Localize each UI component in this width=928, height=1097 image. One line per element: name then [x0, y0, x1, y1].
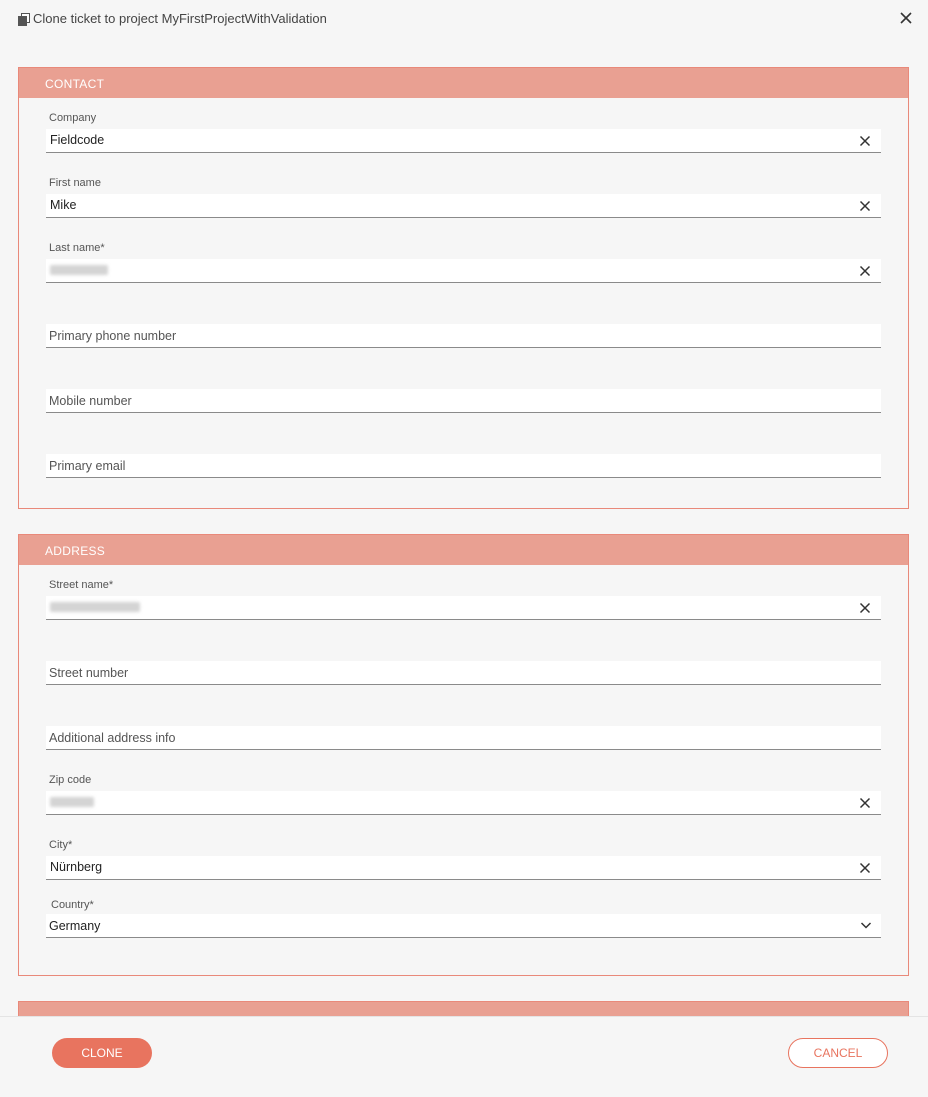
dialog-titlebar: Clone ticket to project MyFirstProjectWi…	[0, 0, 928, 40]
first-name-label: First name	[49, 177, 101, 189]
clear-city-icon[interactable]	[859, 862, 871, 874]
city-label: City*	[49, 839, 73, 851]
next-section-partial	[18, 1001, 909, 1016]
street-name-input[interactable]	[46, 596, 881, 620]
street-number-input[interactable]: Street number	[46, 661, 881, 685]
redacted-value	[50, 265, 108, 275]
dialog-content[interactable]: CONTACT Company Fieldcode First name Mik…	[18, 67, 909, 1016]
cancel-button[interactable]: CANCEL	[788, 1038, 888, 1068]
copy-icon	[18, 13, 30, 26]
last-name-label: Last name*	[49, 242, 105, 254]
first-name-input[interactable]: Mike	[46, 194, 881, 218]
street-number-placeholder: Street number	[49, 666, 129, 680]
close-dialog-icon[interactable]	[898, 10, 914, 26]
dialog-footer: CLONE CANCEL	[0, 1016, 928, 1097]
zip-code-input[interactable]	[46, 791, 881, 815]
country-label: Country*	[51, 899, 94, 911]
zip-code-label: Zip code	[49, 774, 92, 786]
clear-first-name-icon[interactable]	[859, 200, 871, 212]
primary-phone-placeholder: Primary phone number	[49, 329, 177, 343]
contact-section: CONTACT Company Fieldcode First name Mik…	[18, 67, 909, 509]
clear-zip-code-icon[interactable]	[859, 797, 871, 809]
clear-company-icon[interactable]	[859, 135, 871, 147]
redacted-value	[50, 602, 140, 612]
address-section-header: ADDRESS	[19, 535, 908, 565]
clear-street-name-icon[interactable]	[859, 602, 871, 614]
last-name-input[interactable]	[46, 259, 881, 283]
additional-info-placeholder: Additional address info	[49, 731, 176, 745]
primary-email-input[interactable]: Primary email	[46, 454, 881, 478]
mobile-placeholder: Mobile number	[49, 394, 132, 408]
city-value: Nürnberg	[50, 860, 103, 874]
company-value: Fieldcode	[50, 133, 105, 147]
primary-phone-input[interactable]: Primary phone number	[46, 324, 881, 348]
dialog-title: Clone ticket to project MyFirstProjectWi…	[33, 11, 327, 26]
primary-email-placeholder: Primary email	[49, 459, 126, 473]
street-name-label: Street name*	[49, 579, 114, 591]
clear-last-name-icon[interactable]	[859, 265, 871, 277]
clone-button[interactable]: CLONE	[52, 1038, 152, 1068]
contact-section-header: CONTACT	[19, 68, 908, 98]
first-name-value: Mike	[50, 198, 77, 212]
city-input[interactable]: Nürnberg	[46, 856, 881, 880]
redacted-value	[50, 797, 94, 807]
company-input[interactable]: Fieldcode	[46, 129, 881, 153]
company-label: Company	[49, 112, 97, 124]
next-section-header	[19, 1002, 908, 1016]
country-select[interactable]: Germany	[46, 914, 881, 938]
chevron-down-icon[interactable]	[860, 921, 872, 930]
mobile-input[interactable]: Mobile number	[46, 389, 881, 413]
additional-info-input[interactable]: Additional address info	[46, 726, 881, 750]
address-section: ADDRESS Street name* Street number Addit…	[18, 534, 909, 976]
country-value: Germany	[49, 919, 101, 933]
